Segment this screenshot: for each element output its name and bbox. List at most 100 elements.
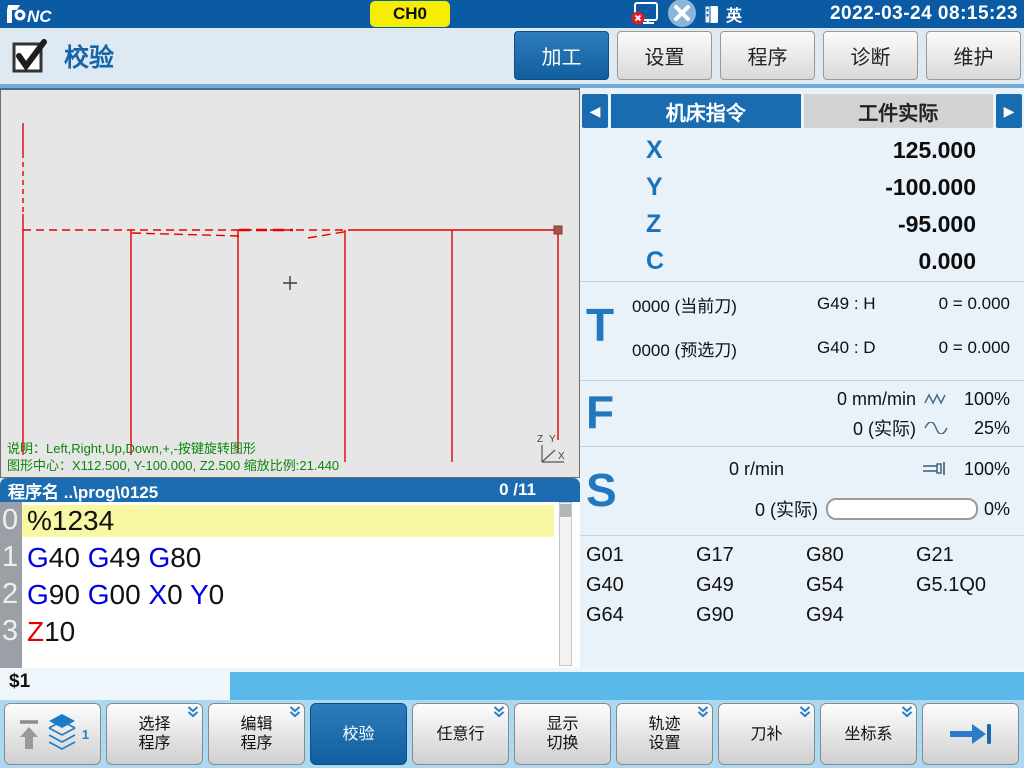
feed-letter: F	[586, 389, 614, 435]
line-number: 0	[2, 502, 22, 539]
disconnect-icon	[666, 0, 698, 28]
coord-tab-workpiece-actual[interactable]: 工件实际	[804, 94, 994, 128]
softkey-button-7[interactable]: 坐标系	[820, 703, 917, 765]
coordinate-tab-bar: ◀ 机床指令 工件实际 ▶	[582, 94, 1022, 128]
softkey-toolbar: 1 选择程序编辑程序校验任意行显示切换轨迹设置刀补坐标系	[0, 700, 1024, 768]
svg-text:NC: NC	[27, 7, 52, 26]
coord-row-y: Y-100.000	[580, 169, 1024, 206]
gcode-cell: G01	[586, 544, 696, 574]
feed-override-icon	[924, 393, 948, 405]
line-text: G40 G49 G80	[22, 542, 554, 574]
channel-badge: CH0	[370, 1, 450, 27]
gcode-cell: G64	[586, 604, 696, 634]
axis-name: X	[580, 136, 670, 165]
chevron-down-icon	[492, 706, 506, 719]
graphics-notes: 说明：Left,Right,Up,Down,+,-按键旋转图形 图形中心：X11…	[7, 440, 339, 474]
coord-tab-machine-command[interactable]: 机床指令	[611, 94, 801, 128]
feed-row-actual: 0 (实际) 25%	[620, 416, 1024, 440]
next-page-arrow-icon	[948, 722, 994, 746]
graphics-note-help: 说明：Left,Right,Up,Down,+,-按键旋转图形	[7, 440, 339, 457]
gcode-cell: G40	[586, 574, 696, 604]
spindle-row-command: 0 r/min 100%	[620, 457, 1024, 481]
gcode-cell: G94	[806, 604, 916, 634]
program-line-2[interactable]: 2G90 G00 X0 Y0	[2, 576, 580, 613]
tool-section: T 0000 (当前刀) G49 : H 0 = 0.000 0000 (预选刀…	[580, 282, 1024, 380]
softkey-button-4[interactable]: 显示切换	[514, 703, 611, 765]
softkey-button-6[interactable]: 刀补	[718, 703, 815, 765]
main-tab-bar: 加工设置程序诊断维护	[514, 31, 1021, 80]
line-text: G90 G00 X0 Y0	[22, 579, 554, 611]
coord-row-z: Z-95.000	[580, 206, 1024, 243]
program-scrollbar-thumb[interactable]	[560, 504, 571, 517]
feed-section: F 0 mm/min 100% 0 (实际) 25%	[580, 381, 1024, 446]
axis-name: C	[580, 247, 670, 276]
program-line-1[interactable]: 1G40 G49 G80	[2, 539, 580, 576]
program-title: 程序名 ..\prog\0125	[8, 478, 158, 503]
gcode-cell: G80	[806, 544, 916, 574]
spindle-section: S 0 r/min 100% 0 (实际) 0%	[580, 447, 1024, 535]
program-scrollbar[interactable]	[559, 502, 572, 666]
softkey-button-2[interactable]: 校验	[310, 703, 407, 765]
axis-value: -95.000	[670, 211, 1024, 238]
coordinate-rows: X125.000Y-100.000Z-95.000C0.000	[580, 132, 1024, 280]
graphics-note-center: 图形中心：X112.500, Y-100.000, Z2.500 缩放比例:21…	[7, 457, 339, 474]
svg-text:Z: Z	[537, 434, 543, 445]
clock: 2022-03-24 08:15:23	[830, 0, 1018, 28]
spindle-row-actual: 0 (实际) 0%	[620, 497, 1024, 521]
tool-row-preselected: 0000 (预选刀) G40 : D 0 = 0.000	[632, 336, 1024, 360]
gcode-cell: G54	[806, 574, 916, 604]
feed-actual-icon	[924, 422, 948, 434]
page-header: 校验 加工设置程序诊断维护	[0, 28, 1024, 84]
language-indicator[interactable]: 英	[726, 2, 742, 26]
main-tab-2[interactable]: 程序	[720, 31, 815, 80]
coord-next-arrow[interactable]: ▶	[996, 94, 1022, 128]
line-number: 2	[2, 576, 22, 613]
spindle-letter: S	[586, 467, 617, 513]
chevron-down-icon	[186, 706, 200, 719]
top-status-bar: NC CH0 英 2022-03-24 08:15:23	[0, 0, 1024, 28]
status-bar: $1	[0, 668, 1024, 700]
softkey-button-3[interactable]: 任意行	[412, 703, 509, 765]
main-tab-1[interactable]: 设置	[617, 31, 712, 80]
svg-text:X: X	[558, 451, 565, 462]
axis-value: 0.000	[670, 248, 1024, 275]
softkey-button-1[interactable]: 编辑程序	[208, 703, 305, 765]
current-line-text: %1234	[22, 505, 554, 537]
coord-row-c: C0.000	[580, 243, 1024, 280]
status-message-strip	[230, 672, 1024, 700]
tool-row-current: 0000 (当前刀) G49 : H 0 = 0.000	[632, 292, 1024, 316]
toolpath-graphics-area[interactable]: 说明：Left,Right,Up,Down,+,-按键旋转图形 图形中心：X11…	[0, 88, 580, 478]
program-line-0[interactable]: 0%1234	[2, 502, 580, 539]
program-header: 程序名 ..\prog\0125 0 /11	[0, 478, 580, 502]
page-title: 校验	[64, 38, 114, 74]
tool-position-marker	[554, 226, 562, 234]
feed-row-command: 0 mm/min 100%	[620, 387, 1024, 411]
gcode-cell	[916, 604, 1022, 634]
program-line-3[interactable]: 3Z10	[2, 613, 580, 650]
line-number: 1	[2, 539, 22, 576]
toolpath-plot	[1, 90, 577, 476]
line-text: Z10	[22, 616, 554, 648]
axis-name: Z	[580, 210, 670, 239]
input-method-icon	[704, 5, 720, 24]
softkey-button-5[interactable]: 轨迹设置	[616, 703, 713, 765]
coord-prev-arrow[interactable]: ◀	[582, 94, 608, 128]
axis-name: Y	[580, 173, 670, 202]
cnc-screen: NC CH0 英 2022-03-24 08:15:23	[0, 0, 1024, 768]
axis-value: -100.000	[670, 174, 1024, 201]
line-number: 3	[2, 613, 22, 650]
axis-orientation-icon: Z Y X	[533, 433, 569, 465]
main-tab-3[interactable]: 诊断	[823, 31, 918, 80]
menu-home-button[interactable]: 1	[4, 703, 101, 765]
softkey-button-0[interactable]: 选择程序	[106, 703, 203, 765]
gcode-cell: G17	[696, 544, 806, 574]
main-tab-0[interactable]: 加工	[514, 31, 609, 80]
menu-next-page-button[interactable]	[922, 703, 1019, 765]
program-listing[interactable]: 0%12341G40 G49 G802G90 G00 X0 Y03Z10	[0, 502, 580, 668]
gcode-cell: G5.1Q0	[916, 574, 1022, 604]
return-arrow-icon	[16, 718, 42, 750]
chevron-down-icon	[288, 706, 302, 719]
main-tab-4[interactable]: 维护	[926, 31, 1021, 80]
gcode-cell: G49	[696, 574, 806, 604]
chevron-down-icon	[900, 706, 914, 719]
